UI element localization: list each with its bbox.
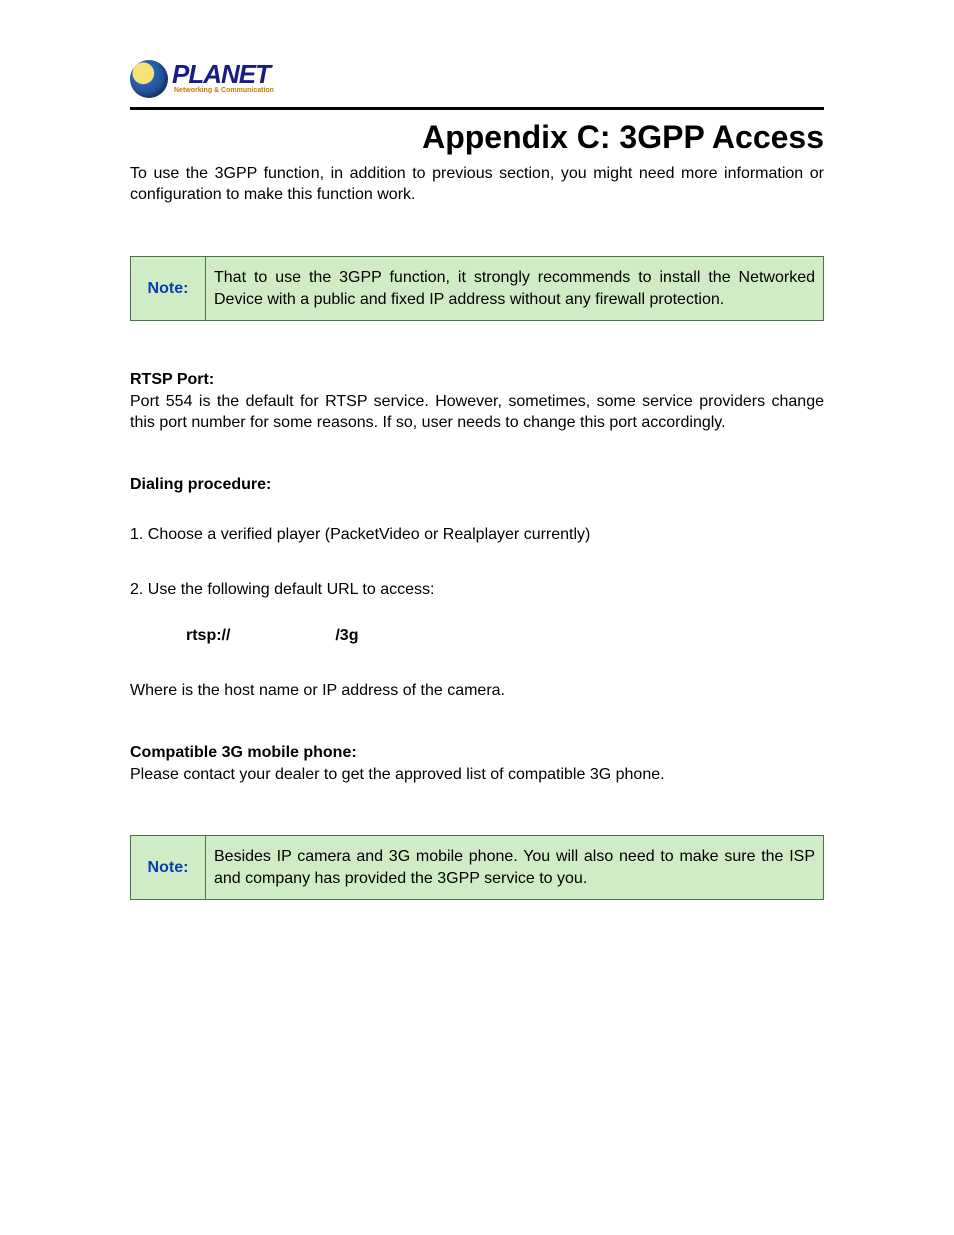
intro-paragraph: To use the 3GPP function, in addition to… xyxy=(130,163,824,206)
dialing-step-2: 2. Use the following default URL to acce… xyxy=(130,579,824,601)
default-url: rtsp:// /3g xyxy=(186,625,824,647)
note-text: That to use the 3GPP function, it strong… xyxy=(206,257,823,320)
dialing-heading: Dialing procedure: xyxy=(130,474,824,496)
compat-paragraph: Please contact your dealer to get the ap… xyxy=(130,764,824,786)
rtsp-paragraph: Port 554 is the default for RTSP service… xyxy=(130,391,824,434)
url-prefix: rtsp:// xyxy=(186,627,230,644)
note-text-2: Besides IP camera and 3G mobile phone. Y… xyxy=(206,836,823,899)
brand-logo: PLANET Networking & Communication xyxy=(130,60,274,98)
compat-heading: Compatible 3G mobile phone: xyxy=(130,742,824,764)
note-box-1: Note: That to use the 3GPP function, it … xyxy=(130,256,824,321)
note-label: Note: xyxy=(148,278,189,300)
url-suffix: /3g xyxy=(335,627,358,644)
brand-tagline: Networking & Communication xyxy=(174,86,274,95)
note-label-2: Note: xyxy=(148,857,189,879)
note-box-2: Note: Besides IP camera and 3G mobile ph… xyxy=(130,835,824,900)
note-label-cell-2: Note: xyxy=(131,836,206,899)
page-title: Appendix C: 3GPP Access xyxy=(130,116,824,159)
note-label-cell: Note: xyxy=(131,257,206,320)
dialing-step-1: 1. Choose a verified player (PacketVideo… xyxy=(130,524,824,546)
where-explanation: Where is the host name or IP address of … xyxy=(130,680,824,702)
header-logo-row: PLANET Networking & Communication xyxy=(130,60,824,110)
globe-icon xyxy=(130,60,168,98)
rtsp-heading: RTSP Port: xyxy=(130,369,824,391)
brand-name: PLANET xyxy=(172,63,274,86)
